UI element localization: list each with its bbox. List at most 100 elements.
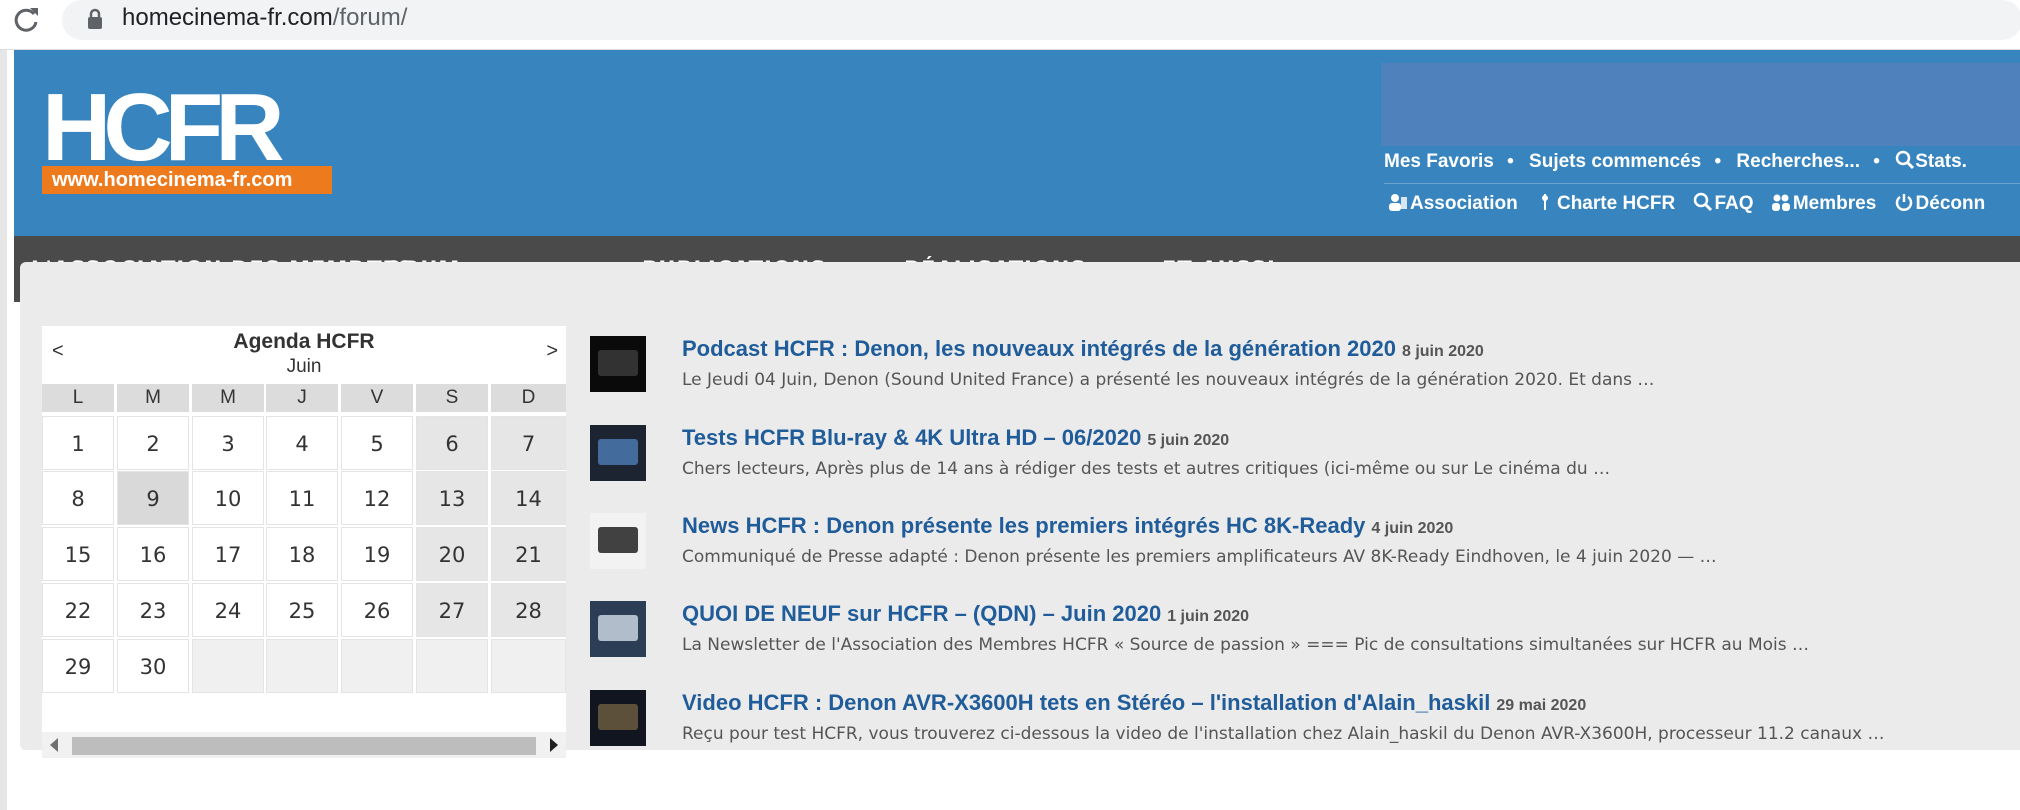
article-date: 4 juin 2020 [1371,520,1454,537]
link-association-label: Association [1410,193,1518,214]
calendar-day[interactable]: 16 [117,527,189,581]
calendar-day[interactable]: 26 [341,583,413,637]
article-excerpt: Reçu pour test HCFR, vous trouverez ci-d… [682,724,1885,744]
calendar-day[interactable]: 24 [192,583,264,637]
link-stats[interactable]: Stats. [1895,150,1975,173]
link-faq-label: FAQ [1714,193,1754,214]
calendar-weekday: J [266,384,338,412]
separator-dot: • [1714,151,1722,172]
link-charte-label: Charte HCFR [1556,193,1676,214]
link-mes-favoris[interactable]: Mes Favoris [1384,151,1494,173]
article-title-link[interactable]: News HCFR : Denon présente les premiers … [682,513,1453,539]
calendar-day[interactable]: 19 [341,527,413,581]
calendar-day[interactable]: 1 [42,416,114,470]
logo-url[interactable]: www.homecinema-fr.com [42,166,332,194]
url-path: /forum/ [332,4,408,31]
calendar-empty-cell [416,639,488,693]
article-item: Tests HCFR Blu-ray & 4K Ultra HD – 06/20… [590,425,2020,495]
calendar-day[interactable]: 13 [416,471,488,525]
scroll-left-arrow-icon[interactable] [50,738,58,752]
calendar-day[interactable]: 18 [266,527,338,581]
article-item: Video HCFR : Denon AVR-X3600H tets en St… [590,690,2020,760]
article-date: 5 juin 2020 [1147,432,1230,449]
calendar-title: Agenda HCFR [233,330,375,353]
calendar-weekday: D [491,384,566,412]
calendar-day[interactable]: 12 [341,471,413,525]
article-thumbnail[interactable] [590,601,646,657]
faq-icon [1693,192,1712,212]
link-stats-label: Stats. [1915,151,1967,172]
calendar-day[interactable]: 29 [42,639,114,693]
article-title: Podcast HCFR : Denon, les nouveaux intég… [682,336,1396,361]
calendar-day[interactable]: 2 [117,416,189,470]
calendar-day[interactable]: 15 [42,527,114,581]
calendar-day[interactable]: 6 [416,416,488,470]
article-title: News HCFR : Denon présente les premiers … [682,513,1366,538]
article-date: 8 juin 2020 [1401,343,1484,360]
article-thumbnail[interactable] [590,690,646,746]
url-text[interactable]: homecinema-fr.com/forum/ [122,4,407,32]
link-deconnexion[interactable]: Déconn [1894,192,1986,215]
browser-address-bar: homecinema-fr.com/forum/ [0,0,2020,50]
article-title-link[interactable]: QUOI DE NEUF sur HCFR – (QDN) – Juin 202… [682,601,1249,627]
calendar-day[interactable]: 7 [491,416,566,470]
calendar-day[interactable]: 5 [341,416,413,470]
article-thumbnail[interactable] [590,425,646,481]
scroll-right-arrow-icon[interactable] [550,738,558,752]
calendar-month: Juin [286,356,322,377]
calendar-day[interactable]: 9 [117,471,189,525]
article-excerpt: Communiqué de Presse adapté : Denon prés… [682,547,1717,567]
link-recherches[interactable]: Recherches... [1736,151,1860,173]
url-domain: homecinema-fr.com [122,4,333,31]
article-item: News HCFR : Denon présente les premiers … [590,513,2020,583]
header-separator [1384,183,2020,184]
calendar-day[interactable]: 17 [192,527,264,581]
link-faq[interactable]: FAQ [1693,192,1754,215]
article-title: Tests HCFR Blu-ray & 4K Ultra HD – 06/20… [682,425,1142,450]
scrollbar-thumb[interactable] [72,737,536,755]
link-sujets-commences[interactable]: Sujets commencés [1529,151,1701,173]
link-association[interactable]: Association [1388,192,1518,215]
article-thumbnail[interactable] [590,336,646,392]
calendar-next-button[interactable]: > [546,340,558,363]
calendar-day[interactable]: 20 [416,527,488,581]
article-excerpt: Le Jeudi 04 Juin, Denon (Sound United Fr… [682,370,1655,390]
user-links-bottom: Association Charte HCFR FAQ Membres Déco… [1388,192,1997,220]
members-icon [1771,194,1790,211]
calendar-day[interactable]: 22 [42,583,114,637]
calendar-day[interactable]: 8 [42,471,114,525]
calendar-day[interactable]: 25 [266,583,338,637]
calendar-day[interactable]: 28 [491,583,566,637]
calendar-day[interactable]: 23 [117,583,189,637]
article-title-link[interactable]: Video HCFR : Denon AVR-X3600H tets en St… [682,690,1586,716]
calendar-day[interactable]: 3 [192,416,264,470]
article-thumbnail[interactable] [590,513,646,569]
article-title-link[interactable]: Tests HCFR Blu-ray & 4K Ultra HD – 06/20… [682,425,1229,451]
calendar-scrollbar[interactable] [42,732,566,758]
calendar-weekday: V [341,384,413,412]
calendar-weekday: S [416,384,488,412]
article-item: Podcast HCFR : Denon, les nouveaux intég… [590,336,2020,406]
agenda-calendar: < Agenda HCFR Juin > L M M J V S D 1 2 3 4 5 6 7 8 9 10 1… [42,326,566,762]
link-deconnexion-label: Déconn [1915,193,1986,214]
calendar-empty-cell [341,639,413,693]
separator-dot: • [1507,151,1514,172]
association-icon [1389,194,1407,211]
article-title: Video HCFR : Denon AVR-X3600H tets en St… [682,690,1491,715]
calendar-day[interactable]: 10 [192,471,264,525]
link-charte[interactable]: Charte HCFR [1535,192,1675,215]
article-title-link[interactable]: Podcast HCFR : Denon, les nouveaux intég… [682,336,1484,362]
article-excerpt: Chers lecteurs, Après plus de 14 ans à r… [682,459,1611,479]
lock-icon [88,8,102,29]
reload-icon[interactable] [10,4,42,36]
calendar-day[interactable]: 30 [117,639,189,693]
calendar-day[interactable]: 21 [491,527,566,581]
link-membres-label: Membres [1792,193,1877,214]
promo-banner[interactable] [1381,63,2020,146]
calendar-day[interactable]: 11 [266,471,338,525]
link-membres[interactable]: Membres [1771,192,1876,215]
calendar-day[interactable]: 27 [416,583,488,637]
calendar-day[interactable]: 14 [491,471,566,525]
calendar-day[interactable]: 4 [266,416,338,470]
separator-dot: • [1873,151,1880,172]
